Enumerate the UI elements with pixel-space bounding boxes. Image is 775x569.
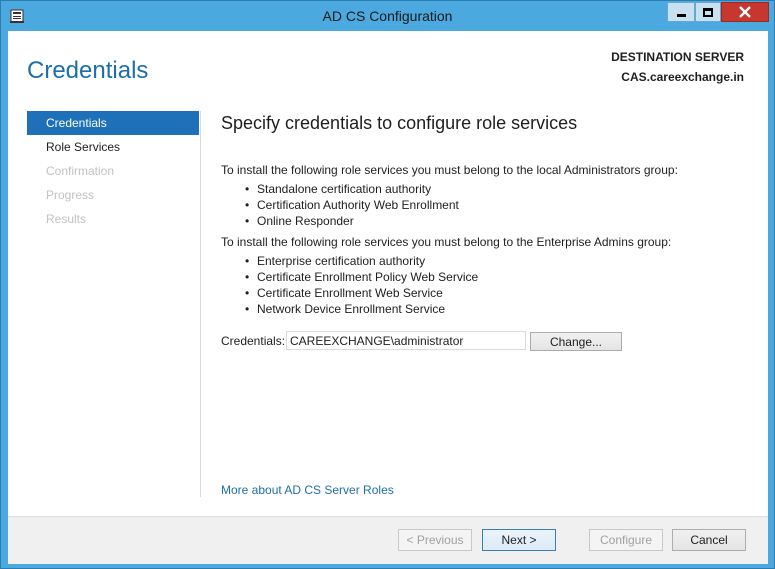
- list-item: Online Responder: [245, 213, 459, 229]
- more-about-roles-link[interactable]: More about AD CS Server Roles: [221, 483, 394, 497]
- wizard-nav: Credentials Role Services Confirmation P…: [27, 111, 199, 231]
- configure-button[interactable]: Configure: [589, 529, 663, 551]
- cancel-button[interactable]: Cancel: [672, 529, 746, 551]
- server-manager-icon: [10, 9, 24, 23]
- credentials-field[interactable]: [286, 331, 526, 350]
- list-item: Certificate Enrollment Policy Web Servic…: [245, 269, 478, 285]
- minimize-icon: [676, 13, 686, 17]
- window-title: AD CS Configuration: [322, 8, 453, 24]
- close-button[interactable]: [721, 2, 769, 22]
- credentials-label: Credentials:: [221, 334, 286, 348]
- list-item: Enterprise certification authority: [245, 253, 478, 269]
- enterprise-admin-service-list: Enterprise certification authority Certi…: [245, 253, 478, 317]
- next-button[interactable]: Next >: [482, 529, 556, 551]
- maximize-icon: [703, 7, 713, 17]
- minimize-button[interactable]: [667, 2, 695, 22]
- destination-server-name: CAS.careexchange.in: [621, 70, 744, 84]
- list-item: Certification Authority Web Enrollment: [245, 197, 459, 213]
- wizard-footer: < Previous Next > Configure Cancel: [8, 516, 768, 564]
- local-admin-service-list: Standalone certification authority Certi…: [245, 181, 459, 229]
- page-title: Credentials: [27, 57, 149, 84]
- local-admin-intro: To install the following role services y…: [221, 163, 678, 177]
- maximize-button[interactable]: [695, 2, 721, 22]
- wizard-client-area: Credentials DESTINATION SERVER CAS.caree…: [8, 31, 768, 564]
- nav-item-role-services[interactable]: Role Services: [27, 135, 199, 159]
- destination-server-label: DESTINATION SERVER: [611, 50, 744, 64]
- enterprise-admin-intro: To install the following role services y…: [221, 235, 672, 249]
- close-icon: [739, 6, 751, 18]
- nav-item-progress: Progress: [46, 188, 95, 202]
- content-pane: Specify credentials to configure role se…: [221, 111, 741, 351]
- title-bar[interactable]: AD CS Configuration: [1, 1, 774, 31]
- previous-button[interactable]: < Previous: [398, 529, 472, 551]
- nav-item-results: Results: [46, 212, 87, 226]
- change-credentials-button[interactable]: Change...: [530, 332, 622, 351]
- nav-item-confirmation: Confirmation: [46, 164, 115, 178]
- content-heading: Specify credentials to configure role se…: [221, 113, 578, 133]
- list-item: Standalone certification authority: [245, 181, 459, 197]
- nav-item-credentials[interactable]: Credentials: [27, 111, 199, 135]
- nav-divider: [200, 111, 201, 497]
- list-item: Certificate Enrollment Web Service: [245, 285, 478, 301]
- window-frame: AD CS Configuration Credentials DESTINAT…: [0, 0, 775, 569]
- list-item: Network Device Enrollment Service: [245, 301, 478, 317]
